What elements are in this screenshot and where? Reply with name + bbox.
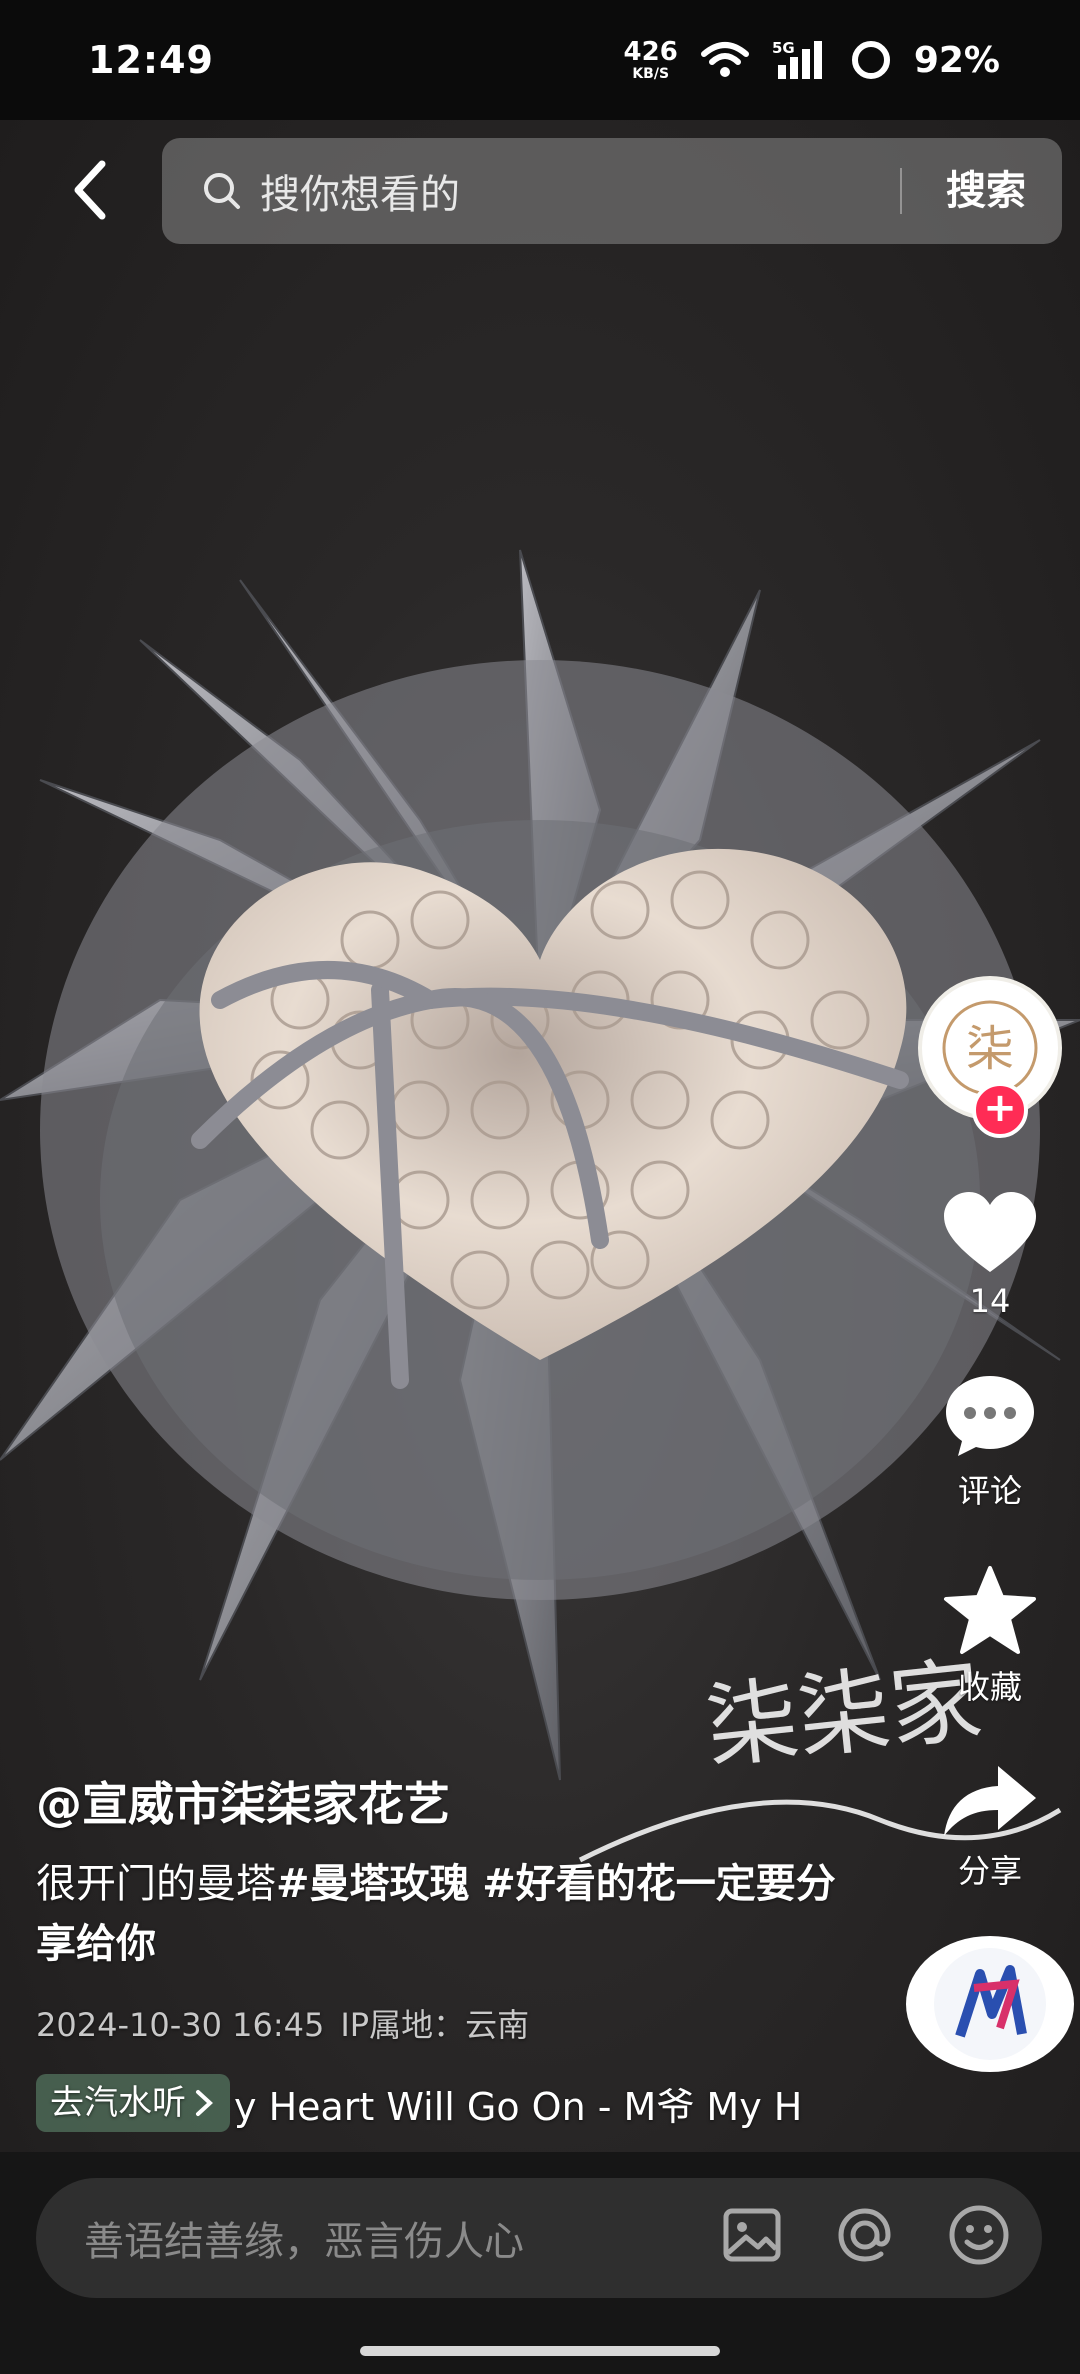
network-speed-value: 426 bbox=[623, 37, 678, 67]
music-disc-button[interactable] bbox=[906, 1936, 1074, 2072]
search-icon bbox=[204, 173, 240, 209]
share-button[interactable]: 分享 bbox=[940, 1760, 1040, 1892]
back-button[interactable] bbox=[50, 150, 130, 230]
status-time: 12:49 bbox=[88, 38, 214, 82]
mention-at-icon[interactable] bbox=[832, 2202, 898, 2268]
comment-placeholder: 善语结善缘，恶言伤人心 bbox=[84, 2219, 524, 2265]
comment-input[interactable]: 善语结善缘，恶言伤人心 bbox=[36, 2178, 1042, 2298]
status-bar: 12:49 426 KB/S 5G 92% bbox=[0, 0, 1080, 120]
home-indicator[interactable] bbox=[360, 2346, 720, 2356]
comment-bubble-icon bbox=[946, 1376, 1034, 1456]
favorite-label: 收藏 bbox=[957, 1668, 1022, 1706]
like-button[interactable]: 14 bbox=[942, 1190, 1038, 1320]
battery-percent: 92% bbox=[913, 39, 1000, 81]
post-datetime: 2024-10-30 16:45 bbox=[36, 2006, 325, 2044]
network-speed-unit: KB/S bbox=[632, 66, 670, 82]
battery-ring-icon bbox=[851, 41, 890, 79]
status-icons: 426 KB/S 5G 92% bbox=[624, 39, 1000, 81]
post-meta: 2024-10-30 16:45 IP属地：云南 bbox=[36, 2000, 866, 2046]
music-disc-cover-icon bbox=[934, 1948, 1046, 2060]
share-label: 分享 bbox=[957, 1852, 1022, 1890]
cellular-signal-icon: 5G bbox=[772, 39, 822, 79]
network-type-label: 5G bbox=[772, 39, 795, 57]
comment-tools bbox=[720, 2202, 1012, 2268]
share-arrow-icon bbox=[944, 1766, 1036, 1836]
post-description-text: 很开门的曼塔 bbox=[36, 1861, 276, 1907]
hashtag-link[interactable]: #曼塔玫瑰 bbox=[276, 1861, 470, 1907]
listen-chip-label: 去汽水听 bbox=[50, 2083, 186, 2123]
search-button[interactable]: 搜索 bbox=[946, 138, 1026, 244]
post-caption: @宣威市柒柒家花艺 很开门的曼塔#曼塔玫瑰 #好看的花一定要分享给你 2024-… bbox=[36, 1768, 866, 2132]
listen-on-qishui-chip[interactable]: 去汽水听 bbox=[36, 2074, 230, 2132]
ip-location: IP属地：云南 bbox=[340, 2006, 530, 2044]
comment-bar: 善语结善缘，恶言伤人心 bbox=[0, 2152, 1080, 2374]
heart-icon bbox=[944, 1192, 1036, 1272]
network-speed: 426 KB/S bbox=[624, 39, 678, 81]
music-row[interactable]: 去汽水听 y Heart Will Go On - M爷 My H bbox=[36, 2074, 836, 2132]
author-avatar[interactable]: 柒 + bbox=[918, 976, 1062, 1138]
back-arrow-icon bbox=[74, 160, 106, 220]
chevron-right-icon bbox=[196, 2090, 213, 2116]
star-icon bbox=[944, 1566, 1036, 1654]
search-bar[interactable]: 搜你想看的 搜索 bbox=[162, 138, 1062, 244]
wifi-icon bbox=[700, 42, 749, 77]
action-column: 柒 + 14 评论 收藏 分享 bbox=[906, 976, 1074, 2072]
music-title: y Heart Will Go On - M爷 My H bbox=[234, 2084, 803, 2129]
like-count: 14 bbox=[969, 1282, 1011, 1320]
search-divider bbox=[900, 168, 902, 214]
author-name[interactable]: @宣威市柒柒家花艺 bbox=[36, 1768, 866, 1834]
post-description: 很开门的曼塔#曼塔玫瑰 #好看的花一定要分享给你 bbox=[36, 1854, 866, 1974]
emoji-icon[interactable] bbox=[946, 2202, 1012, 2268]
svg-text:柒: 柒 bbox=[966, 1021, 1014, 1077]
favorite-button[interactable]: 收藏 bbox=[942, 1564, 1038, 1708]
comment-button[interactable]: 评论 bbox=[942, 1372, 1038, 1512]
image-icon[interactable] bbox=[720, 2203, 784, 2267]
follow-button[interactable]: + bbox=[972, 1082, 1028, 1138]
search-input[interactable]: 搜你想看的 bbox=[260, 162, 460, 220]
comment-label: 评论 bbox=[957, 1472, 1022, 1510]
